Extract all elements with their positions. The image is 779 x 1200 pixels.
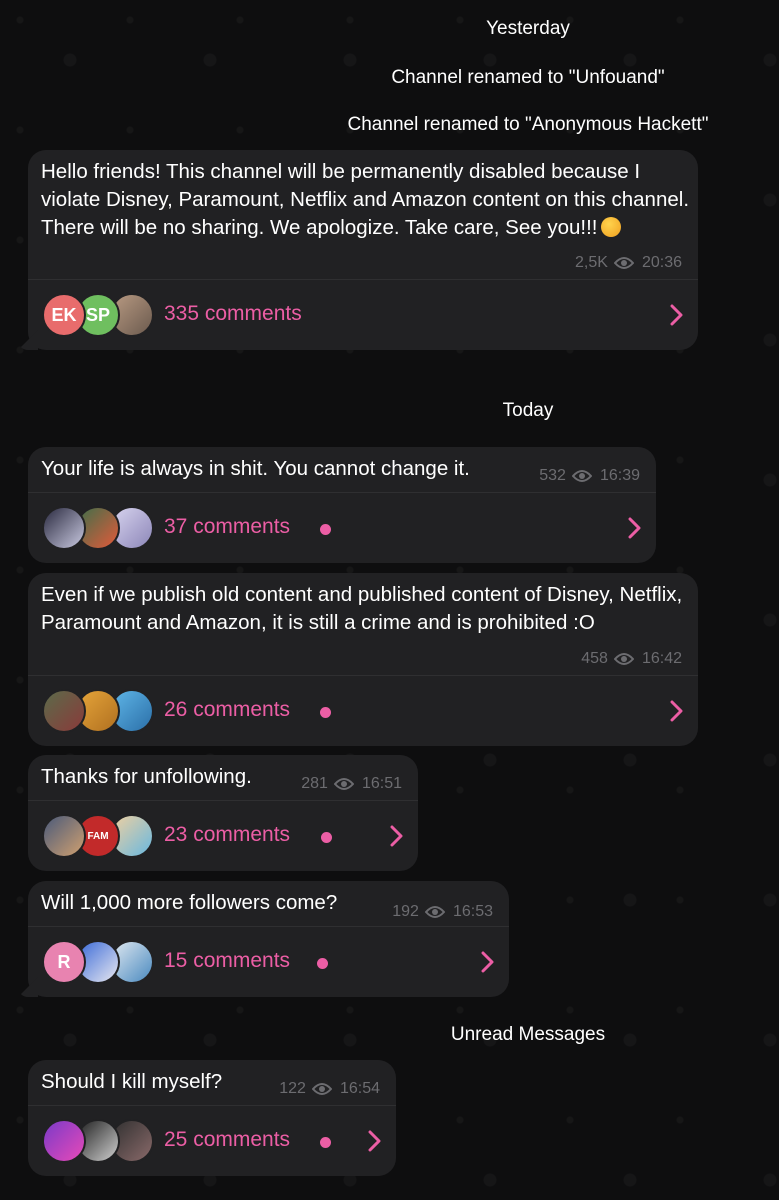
post-time: 16:51 xyxy=(361,775,402,792)
unread-dot xyxy=(317,958,328,969)
post-meta: 2,5K 20:36 xyxy=(575,254,682,272)
view-count: 281 xyxy=(301,775,328,792)
view-count: 458 xyxy=(581,650,608,667)
unread-messages-separator: Unread Messages xyxy=(450,1024,606,1045)
channel-post[interactable]: Hello friends! This channel will be perm… xyxy=(28,150,698,350)
post-text-content: Hello friends! This channel will be perm… xyxy=(41,160,690,239)
comments-count-label[interactable]: 25 comments xyxy=(164,1128,290,1152)
post-time: 16:39 xyxy=(599,467,640,484)
channel-post[interactable]: Thanks for unfollowing. 281 16:51 FAM 23… xyxy=(28,755,418,871)
unread-dot xyxy=(320,1137,331,1148)
comments-button[interactable]: 25 comments xyxy=(28,1105,396,1176)
comments-count-label[interactable]: 15 comments xyxy=(164,949,290,973)
date-separator-yesterday: Yesterday xyxy=(486,18,570,39)
eye-icon xyxy=(424,905,445,919)
view-count: 2,5K xyxy=(575,254,608,271)
channel-post[interactable]: Will 1,000 more followers come? 192 16:5… xyxy=(28,881,509,997)
avatar xyxy=(42,506,86,550)
post-text: Should I kill myself? xyxy=(41,1070,223,1093)
avatar: EK xyxy=(42,293,86,337)
comments-button[interactable]: 26 comments xyxy=(28,675,698,746)
service-message-rename: Channel renamed to "Anonymous Hackett" xyxy=(347,114,709,135)
date-separator-today: Today xyxy=(502,400,554,421)
comments-button[interactable]: 37 comments xyxy=(28,492,656,563)
channel-post[interactable]: Your life is always in shit. You cannot … xyxy=(28,447,656,563)
comments-button[interactable]: EK SP 335 comments xyxy=(28,279,698,350)
chevron-right-icon xyxy=(628,517,642,539)
comments-button[interactable]: R 15 comments xyxy=(28,926,509,997)
channel-post[interactable]: Should I kill myself? 122 16:54 25 comme… xyxy=(28,1060,396,1176)
post-meta: 281 16:51 xyxy=(301,775,402,793)
avatar: R xyxy=(42,940,86,984)
view-count: 122 xyxy=(279,1080,306,1097)
post-meta: 192 16:53 xyxy=(392,903,493,921)
post-text: Your life is always in shit. You cannot … xyxy=(41,457,470,480)
unread-dot xyxy=(321,832,332,843)
avatar xyxy=(42,814,86,858)
comments-count-label[interactable]: 26 comments xyxy=(164,698,290,722)
post-time: 20:36 xyxy=(641,254,682,271)
post-time: 16:54 xyxy=(339,1080,380,1097)
unread-dot xyxy=(320,524,331,535)
chevron-right-icon xyxy=(368,1130,382,1152)
comments-count-label[interactable]: 335 comments xyxy=(164,302,302,326)
post-time: 16:53 xyxy=(452,903,493,920)
view-count: 532 xyxy=(539,467,566,484)
post-text: Hello friends! This channel will be perm… xyxy=(41,158,691,242)
comments-count-label[interactable]: 37 comments xyxy=(164,515,290,539)
chevron-right-icon xyxy=(390,825,404,847)
view-count: 192 xyxy=(392,903,419,920)
unread-dot xyxy=(320,707,331,718)
channel-post[interactable]: Even if we publish old content and publi… xyxy=(28,573,698,746)
service-message-rename: Channel renamed to "Unfouand" xyxy=(391,67,665,88)
chevron-right-icon xyxy=(481,951,495,973)
post-text: Will 1,000 more followers come? xyxy=(41,891,338,914)
post-meta: 458 16:42 xyxy=(581,650,682,668)
chevron-right-icon xyxy=(670,304,684,326)
post-time: 16:42 xyxy=(641,650,682,667)
comments-count-label[interactable]: 23 comments xyxy=(164,823,290,847)
comments-button[interactable]: FAM 23 comments xyxy=(28,800,418,871)
avatar xyxy=(42,1119,86,1163)
chevron-right-icon xyxy=(670,700,684,722)
post-meta: 122 16:54 xyxy=(279,1080,380,1098)
eye-icon xyxy=(613,652,634,666)
post-text: Thanks for unfollowing. xyxy=(41,765,252,788)
avatar xyxy=(42,689,86,733)
eye-icon xyxy=(333,777,354,791)
eye-icon xyxy=(571,469,592,483)
eye-icon xyxy=(613,256,634,270)
sad-face-emoji-icon xyxy=(601,217,622,237)
post-meta: 532 16:39 xyxy=(539,467,640,485)
eye-icon xyxy=(311,1082,332,1096)
post-text: Even if we publish old content and publi… xyxy=(41,583,683,634)
